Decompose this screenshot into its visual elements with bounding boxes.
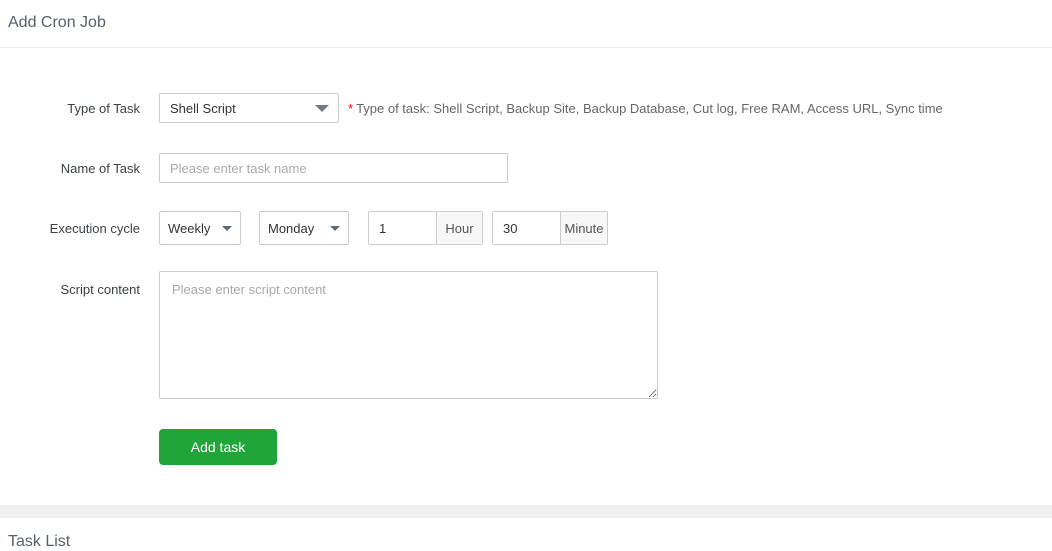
- add-cron-job-panel: Add Cron Job Type of Task Shell Script *…: [0, 0, 1052, 505]
- cycle-period-select[interactable]: Weekly: [159, 211, 241, 245]
- task-name-input[interactable]: [159, 153, 508, 183]
- script-content-textarea[interactable]: [159, 271, 658, 399]
- task-list-title: Task List: [8, 533, 71, 550]
- task-type-hint-text: Type of task: Shell Script, Backup Site,…: [356, 100, 943, 116]
- hour-input-group: Hour: [368, 211, 483, 245]
- add-cron-job-form: Type of Task Shell Script * Type of task:…: [0, 93, 1052, 505]
- type-of-task-row: Type of Task Shell Script * Type of task:…: [0, 93, 1052, 123]
- hour-unit-addon: Hour: [436, 212, 482, 244]
- cycle-day-select[interactable]: Monday: [259, 211, 349, 245]
- type-of-task-label: Type of Task: [67, 100, 140, 116]
- script-content-row: Script content: [0, 271, 1052, 399]
- chevron-down-icon: [222, 225, 232, 231]
- cycle-period-selected-value: Weekly: [168, 220, 211, 236]
- chevron-down-icon: [315, 104, 329, 112]
- task-type-hint: * Type of task: Shell Script, Backup Site…: [348, 101, 943, 116]
- minute-input-group: Minute: [492, 211, 608, 245]
- minute-input[interactable]: [493, 212, 560, 244]
- task-type-selected-value: Shell Script: [170, 100, 236, 116]
- section-divider: [0, 505, 1052, 518]
- add-task-button[interactable]: Add task: [159, 429, 277, 465]
- required-asterisk: *: [348, 100, 354, 116]
- hour-input[interactable]: [369, 212, 436, 244]
- chevron-down-icon: [330, 225, 340, 231]
- submit-row: Add task: [159, 429, 1052, 465]
- name-of-task-row: Name of Task: [0, 153, 1052, 183]
- cycle-day-selected-value: Monday: [268, 220, 315, 236]
- task-list-panel: Task List: [0, 518, 1052, 551]
- execution-cycle-label: Execution cycle: [49, 220, 140, 236]
- name-of-task-label: Name of Task: [60, 160, 140, 176]
- script-content-label: Script content: [60, 282, 141, 297]
- task-type-select[interactable]: Shell Script: [159, 93, 339, 123]
- minute-unit-addon: Minute: [560, 212, 607, 244]
- page-title: Add Cron Job: [0, 0, 1052, 48]
- execution-cycle-row: Execution cycle Weekly Monday Hour Minut…: [0, 211, 1052, 245]
